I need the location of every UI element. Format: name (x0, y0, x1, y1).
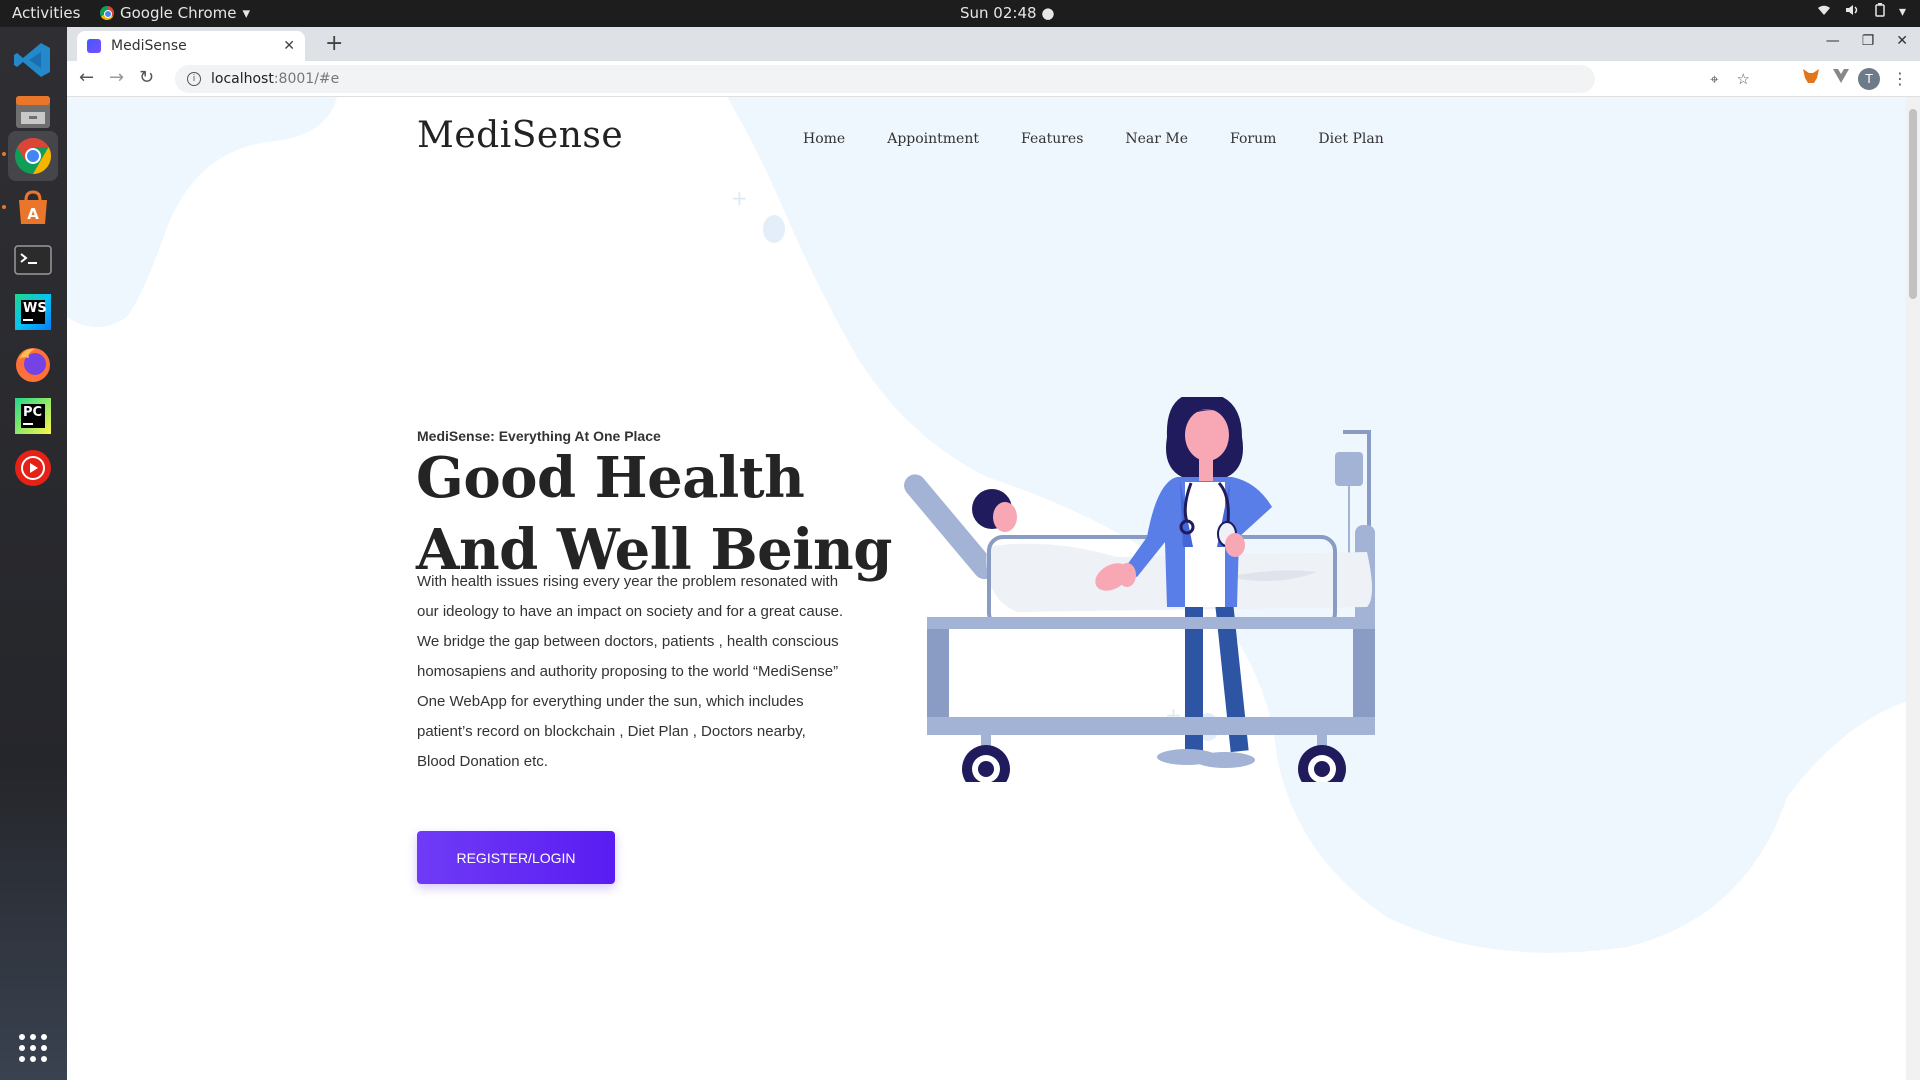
browser-toolbar: ← → ↻ i localhost:8001/#e ⌖ ☆ T ⋮ (67, 61, 1920, 97)
pycharm-label: PC (23, 405, 43, 420)
url-path: :8001/#e (273, 71, 340, 87)
close-icon[interactable]: ✕ (283, 38, 295, 54)
bookmark-star-icon[interactable]: ☆ (1737, 70, 1750, 88)
battery-icon (1875, 3, 1885, 21)
maximize-icon[interactable]: ❐ (1862, 33, 1875, 49)
svg-text:+: + (731, 186, 748, 210)
wifi-icon (1817, 4, 1831, 20)
minimize-icon[interactable]: — (1826, 33, 1840, 49)
system-tray[interactable]: ▾ (1817, 3, 1906, 21)
url-host: localhost (211, 71, 274, 87)
profile-avatar[interactable]: T (1858, 68, 1880, 90)
metamask-extension-icon[interactable] (1802, 68, 1820, 88)
favicon-icon (87, 39, 101, 53)
page-scrollbar[interactable] (1906, 97, 1920, 1080)
pycharm-icon[interactable]: PC (8, 391, 58, 441)
doctor-patient-illustration (904, 397, 1375, 782)
window-controls: — ❐ ✕ (1826, 33, 1908, 49)
nav-appointment[interactable]: Appointment (887, 131, 979, 147)
bed-frame (927, 717, 1375, 735)
address-bar[interactable]: i localhost:8001/#e (175, 65, 1595, 93)
register-login-button[interactable]: REGISTER/LOGIN (417, 831, 615, 884)
doctor-neck (1199, 459, 1213, 481)
doctor-face (1185, 409, 1229, 461)
activities-button[interactable]: Activities (12, 4, 80, 22)
nav-forum[interactable]: Forum (1230, 131, 1276, 147)
tab-title: MediSense (111, 38, 187, 54)
dock: A WS PC (0, 27, 67, 1080)
app-menu-label: Google Chrome (120, 4, 237, 22)
bed-leg-left (927, 629, 949, 719)
location-icon[interactable]: ⌖ (1710, 70, 1718, 88)
system-top-bar: Activities Google Chrome ▾ Sun 02:48 ● ▾ (0, 0, 1920, 27)
iv-stand-arm (1343, 430, 1371, 434)
firefox-icon[interactable] (8, 339, 58, 389)
chevron-down-icon: ▾ (242, 4, 251, 22)
bed-leg-right (1353, 629, 1375, 719)
nav-diet-plan[interactable]: Diet Plan (1318, 131, 1383, 147)
tab-medisense[interactable]: MediSense ✕ (77, 31, 305, 61)
site-nav: Home Appointment Features Near Me Forum … (803, 131, 1384, 147)
nav-features[interactable]: Features (1021, 131, 1083, 147)
patient-face (993, 502, 1017, 532)
chrome-icon (100, 6, 114, 20)
back-icon[interactable]: ← (79, 67, 94, 88)
volume-icon (1845, 4, 1861, 20)
forward-icon[interactable]: → (109, 67, 124, 88)
doctor-hand-left (1118, 563, 1136, 587)
browser-window: MediSense ✕ + — ❐ ✕ ← → ↻ i localhost:80… (67, 27, 1920, 1080)
webstorm-icon[interactable]: WS (8, 287, 58, 337)
hero-description: With health issues rising every year the… (417, 573, 844, 770)
tab-strip: MediSense ✕ + — ❐ ✕ (67, 27, 1920, 61)
vscode-icon[interactable] (8, 35, 58, 85)
hero-headline: Good Health And Well Being (416, 442, 892, 586)
files-icon[interactable] (8, 87, 58, 137)
youtube-music-icon[interactable] (8, 443, 58, 493)
doctor-hand-right (1225, 533, 1245, 557)
app-menu[interactable]: Google Chrome ▾ (100, 4, 250, 22)
system-menu-chevron-icon: ▾ (1898, 4, 1906, 20)
doctor-shoe-right (1195, 752, 1255, 768)
software-icon[interactable]: A (8, 183, 58, 233)
terminal-icon[interactable] (8, 235, 58, 285)
iv-bag (1335, 452, 1363, 486)
nav-home[interactable]: Home (803, 131, 845, 147)
clock-label: Sun 02:48 (960, 4, 1037, 22)
site-logo[interactable]: MediSense (417, 115, 623, 156)
notification-dot-icon: ● (1041, 4, 1055, 22)
new-tab-icon[interactable]: + (325, 31, 343, 56)
nav-near-me[interactable]: Near Me (1125, 131, 1188, 147)
reload-icon[interactable]: ↻ (139, 67, 154, 88)
menu-kebab-icon[interactable]: ⋮ (1892, 69, 1908, 88)
headline-line-1: Good Health (416, 445, 805, 511)
clock[interactable]: Sun 02:48 ● (960, 4, 1054, 22)
app-grid-icon[interactable] (8, 1023, 58, 1073)
running-indicator (2, 205, 6, 209)
omnibox-actions: ⌖ ☆ (1710, 70, 1750, 88)
running-indicator (2, 152, 6, 156)
svg-text:A: A (27, 205, 39, 223)
page-viewport: + + MediSense Home Appointment Features … (67, 97, 1920, 1080)
bed-mattress-base (927, 617, 1375, 629)
scrollbar-thumb[interactable] (1909, 109, 1917, 299)
close-window-icon[interactable]: ✕ (1896, 33, 1908, 49)
vue-devtools-extension-icon[interactable] (1832, 68, 1850, 88)
chrome-icon[interactable] (8, 131, 58, 181)
site-info-icon[interactable]: i (187, 72, 201, 86)
webstorm-label: WS (23, 301, 47, 316)
